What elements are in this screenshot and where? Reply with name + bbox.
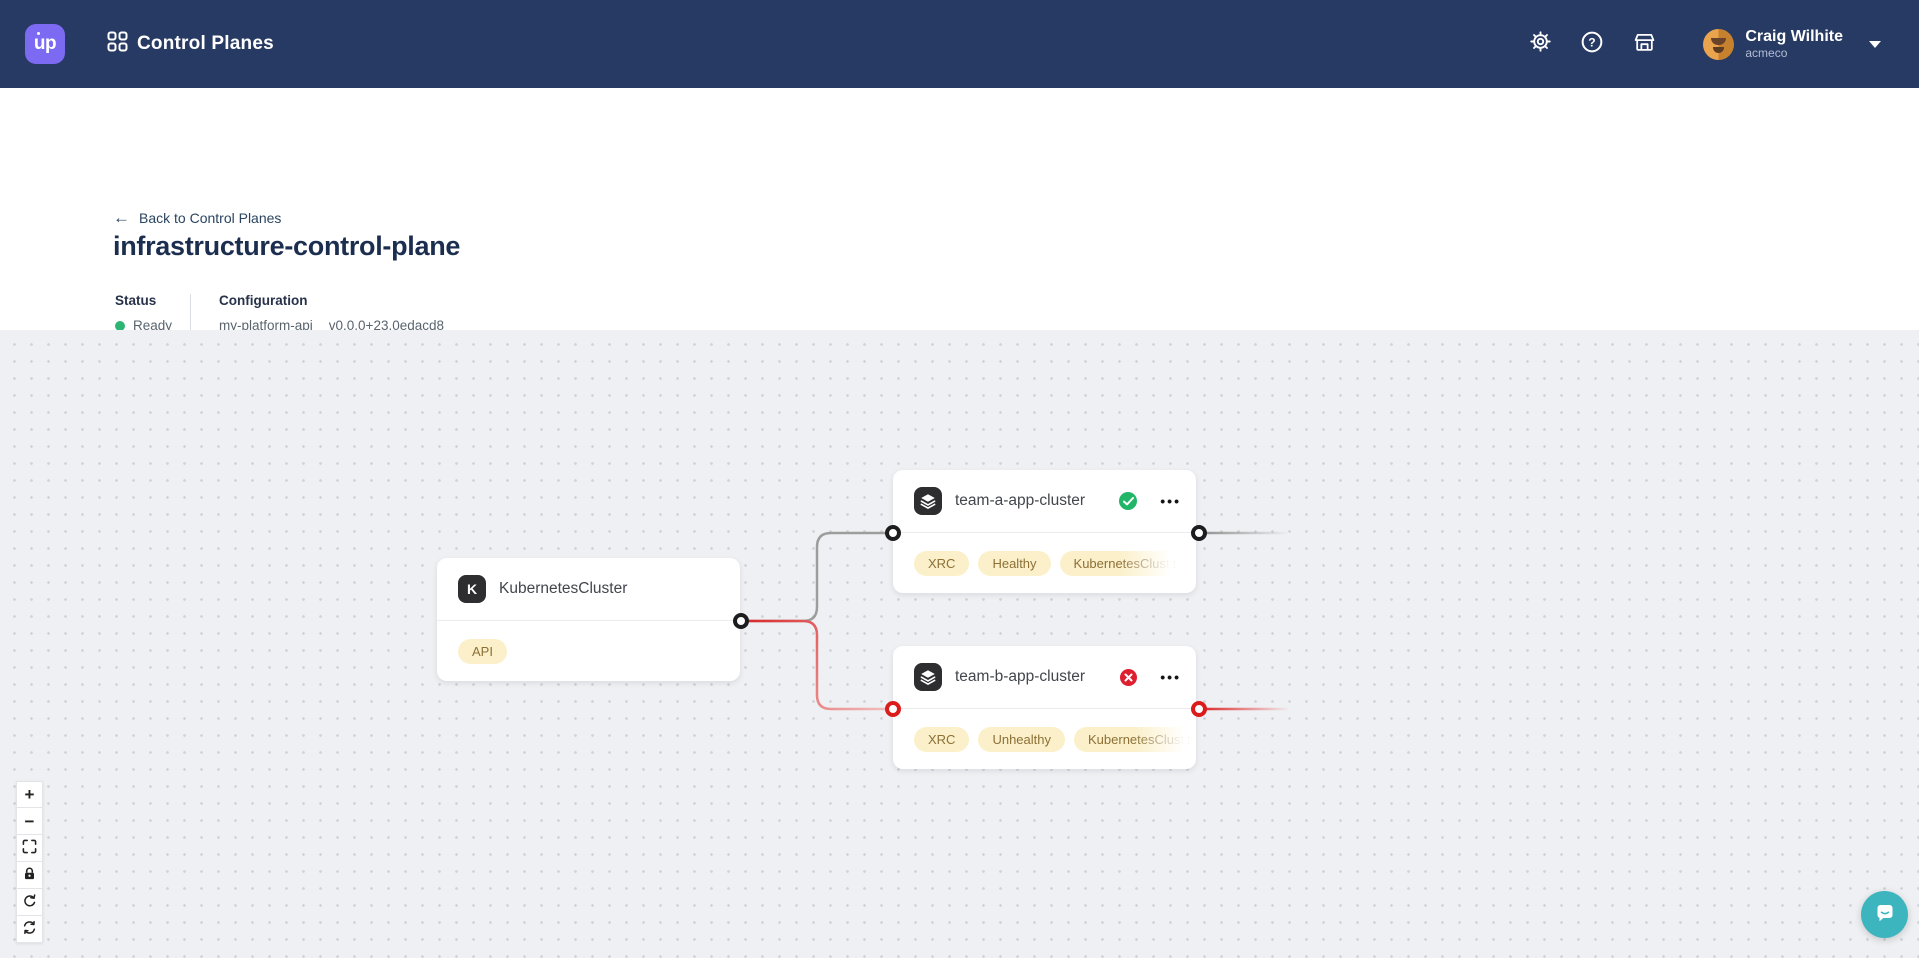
graph-edges <box>0 330 1919 958</box>
storefront-icon <box>1633 31 1656 58</box>
zoom-in-button[interactable]: + <box>16 781 43 808</box>
port-team-a-out[interactable] <box>1191 525 1207 541</box>
node-kubernetescluster[interactable]: K KubernetesCluster API <box>437 558 740 681</box>
fit-view-icon <box>22 839 37 857</box>
chevron-down-icon <box>1869 41 1881 48</box>
svg-text:?: ? <box>1589 35 1596 49</box>
port-team-a-in[interactable] <box>885 525 901 541</box>
configuration-section: Configuration my-platform-api v0.0.0+23.… <box>191 293 444 333</box>
chat-bubble-icon <box>1873 901 1896 929</box>
unhealthy-x-icon <box>1120 669 1137 686</box>
status-dot <box>115 321 125 331</box>
page-header: ← Back to Control Planes infrastructure-… <box>0 88 1919 330</box>
metadata-row: Status Ready Configuration my-platform-a… <box>115 293 444 333</box>
user-org: acmeco <box>1745 47 1843 60</box>
fit-view-button[interactable] <box>16 835 43 862</box>
settings-gear-button[interactable] <box>1529 33 1551 55</box>
help-button[interactable]: ? <box>1581 33 1603 55</box>
k-icon: K <box>458 575 486 603</box>
upbound-logo[interactable]: up <box>25 24 65 64</box>
user-name: Craig Wilhite <box>1745 28 1843 46</box>
layers-icon <box>914 487 942 515</box>
back-link-label: Back to Control Planes <box>139 210 281 226</box>
tag-xrc: XRC <box>914 727 969 752</box>
tag-healthy: Healthy <box>978 551 1050 576</box>
back-arrow-icon: ← <box>113 209 130 226</box>
node-team-b-app-cluster[interactable]: team-b-app-cluster ••• XRC Unhealthy Kub… <box>893 646 1196 769</box>
tag-kubernetescluster: KubernetesCluster <box>1060 551 1175 576</box>
port-team-b-in[interactable] <box>885 701 901 717</box>
back-link[interactable]: ← Back to Control Planes <box>113 209 281 226</box>
help-icon: ? <box>1581 31 1603 58</box>
graph-canvas[interactable]: K KubernetesCluster API team-a-app-clust… <box>0 330 1919 958</box>
node-title: team-a-app-cluster <box>955 492 1106 510</box>
graph-controls: + − <box>16 781 43 943</box>
port-kubernetescluster-out[interactable] <box>733 613 749 629</box>
node-title: KubernetesCluster <box>499 580 725 598</box>
more-menu-button[interactable]: ••• <box>1160 493 1181 509</box>
tag-xrc: XRC <box>914 551 969 576</box>
status-section: Status Ready <box>115 293 190 333</box>
node-team-a-app-cluster[interactable]: team-a-app-cluster ••• XRC Healthy Kuber… <box>893 470 1196 593</box>
page-title: infrastructure-control-plane <box>113 231 460 262</box>
top-navbar: up Control Planes ? <box>0 0 1919 88</box>
zoom-out-button[interactable]: − <box>16 808 43 835</box>
app-switcher[interactable]: Control Planes <box>107 31 274 57</box>
healthy-check-icon <box>1119 492 1137 510</box>
rotate-button[interactable] <box>16 889 43 916</box>
marketplace-button[interactable] <box>1633 33 1655 55</box>
tag-kubernetescluster: KubernetesCluster <box>1074 727 1189 752</box>
configuration-label: Configuration <box>219 293 444 308</box>
tag-unhealthy: Unhealthy <box>978 727 1065 752</box>
chat-launcher-button[interactable] <box>1861 891 1908 938</box>
avatar <box>1703 29 1734 60</box>
user-menu[interactable]: Craig Wilhite acmeco <box>1703 28 1881 61</box>
lock-icon <box>22 866 37 884</box>
lock-button[interactable] <box>16 862 43 889</box>
tag-api: API <box>458 639 507 664</box>
node-title: team-b-app-cluster <box>955 668 1107 686</box>
layers-icon <box>914 663 942 691</box>
gear-icon <box>1530 31 1551 57</box>
nav-title: Control Planes <box>137 33 274 55</box>
refresh-sync-icon <box>22 920 37 938</box>
refresh-button[interactable] <box>16 916 43 943</box>
more-menu-button[interactable]: ••• <box>1160 669 1181 685</box>
rotate-icon <box>22 893 37 911</box>
grid-icon <box>107 31 128 57</box>
status-label: Status <box>115 293 190 308</box>
port-team-b-out[interactable] <box>1191 701 1207 717</box>
